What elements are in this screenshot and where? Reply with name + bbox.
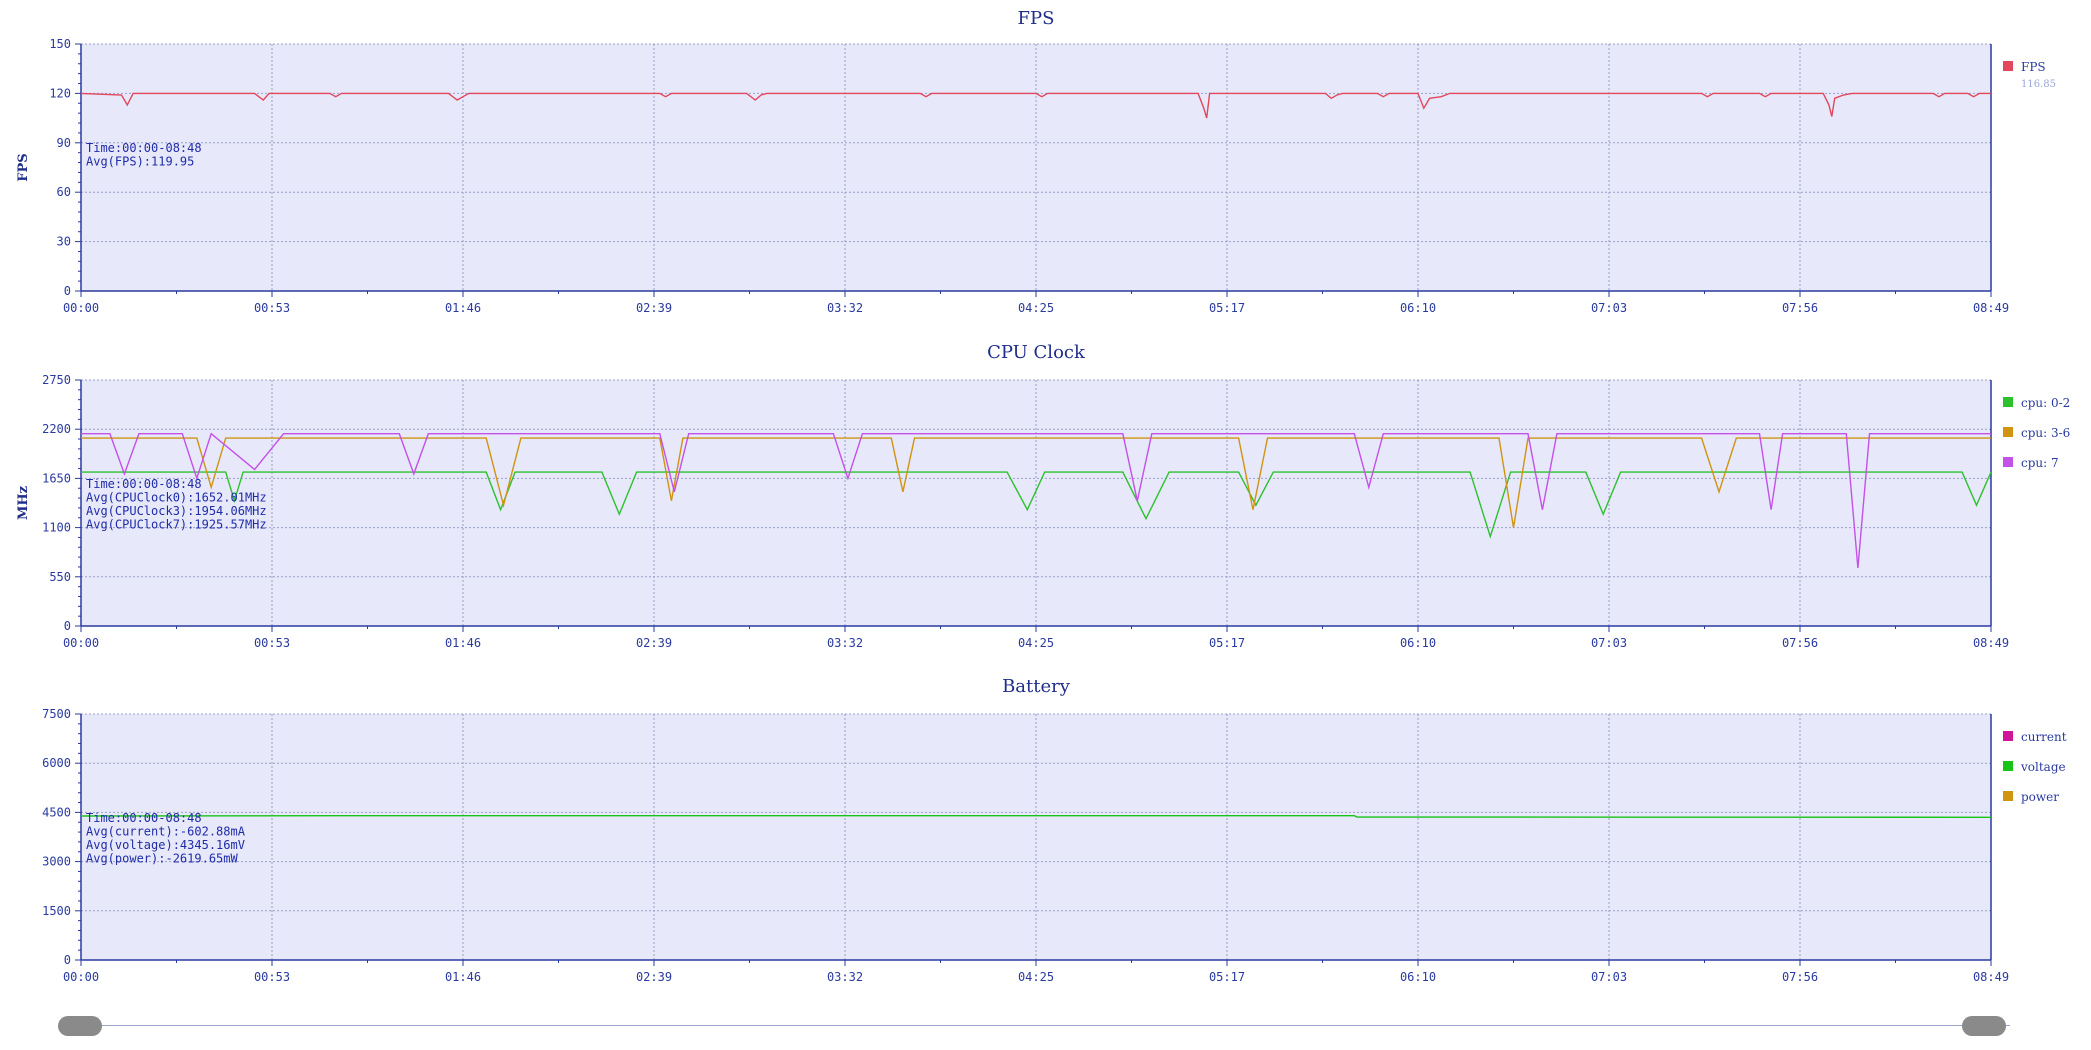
- legend-label: voltage: [2020, 760, 2066, 774]
- x-tick-label: 00:00: [63, 636, 99, 650]
- legend-label: current: [2021, 730, 2067, 744]
- x-tick-label: 01:46: [445, 636, 481, 650]
- x-tick-label: 07:03: [1591, 636, 1627, 650]
- x-tick-label: 06:10: [1400, 970, 1436, 984]
- legend-current-value: 116.85: [2021, 79, 2056, 90]
- x-tick-label: 08:49: [1973, 636, 2009, 650]
- x-tick-label: 03:32: [827, 636, 863, 650]
- y-tick-label: 0: [64, 284, 71, 298]
- y-tick-label: 90: [57, 136, 71, 150]
- info-text: Avg(power):-2619.65mW: [86, 852, 238, 866]
- zoom-slider-track[interactable]: [80, 1025, 2010, 1026]
- legend-swatch: [2003, 761, 2013, 771]
- chart-title: FPS: [1018, 8, 1055, 29]
- x-tick-label: 02:39: [636, 970, 672, 984]
- y-tick-label: 1100: [42, 521, 71, 535]
- y-tick-label: 0: [64, 619, 71, 633]
- y-tick-label: 2750: [42, 373, 71, 387]
- info-text: Time:00:00-08:48: [86, 477, 202, 491]
- legend-label: power: [2021, 790, 2059, 804]
- y-tick-label: 60: [57, 185, 71, 199]
- charts-svg: FPS FPS 0 30 60 90 120 150 00:00 00:53 01:46 02:39 0…: [16, 8, 2070, 984]
- x-tick-label: 05:17: [1209, 970, 1245, 984]
- x-tick-label: 00:00: [63, 301, 99, 315]
- y-tick-label: 3000: [42, 855, 71, 869]
- legend-label: FPS: [2021, 60, 2046, 74]
- x-tick-label: 00:53: [254, 970, 290, 984]
- y-axis-label: MHz: [16, 486, 31, 520]
- x-tick-label: 03:32: [827, 301, 863, 315]
- x-tick-label: 00:53: [254, 301, 290, 315]
- info-text: Time:00:00-08:48: [86, 811, 202, 825]
- x-tick-label: 08:49: [1973, 301, 2009, 315]
- y-tick-label: 1500: [42, 904, 71, 918]
- legend-swatch: [2003, 427, 2013, 437]
- y-tick-label: 150: [49, 37, 71, 51]
- x-tick-label: 05:17: [1209, 636, 1245, 650]
- x-tick-label: 07:56: [1782, 301, 1818, 315]
- zoom-slider-right-handle[interactable]: [1962, 1016, 2006, 1036]
- legend-label: cpu: 3-6: [2021, 426, 2070, 440]
- x-tick-label: 07:56: [1782, 636, 1818, 650]
- x-tick-label: 03:32: [827, 970, 863, 984]
- y-tick-label: 550: [49, 570, 71, 584]
- chart-stage: FPS FPS 0 30 60 90 120 150 00:00 00:53 01:46 02:39 0…: [0, 0, 2091, 1046]
- info-text: Avg(CPUClock7):1925.57MHz: [86, 518, 267, 532]
- x-tick-label: 07:56: [1782, 970, 1818, 984]
- x-tick-label: 01:46: [445, 301, 481, 315]
- zoom-slider-left-handle[interactable]: [58, 1016, 102, 1036]
- x-tick-label: 06:10: [1400, 301, 1436, 315]
- y-tick-label: 6000: [42, 756, 71, 770]
- chart-panel-2: Battery 0 1500 3000 4500 6000 7500 00:00 00:53 01…: [42, 676, 2067, 984]
- x-tick-label: 04:25: [1018, 301, 1054, 315]
- legend-swatch: [2003, 731, 2013, 741]
- info-text: Time:00:00-08:48: [86, 141, 202, 155]
- y-tick-label: 120: [49, 86, 71, 100]
- chart-panel-0: FPS FPS 0 30 60 90 120 150 00:00 00:53 01:46 02:39 0…: [16, 8, 2056, 315]
- x-tick-label: 04:25: [1018, 970, 1054, 984]
- chart-title: CPU Clock: [987, 342, 1086, 363]
- legend-swatch: [2003, 791, 2013, 801]
- y-tick-label: 30: [57, 235, 71, 249]
- x-tick-label: 02:39: [636, 636, 672, 650]
- x-tick-label: 01:46: [445, 970, 481, 984]
- x-tick-label: 00:53: [254, 636, 290, 650]
- y-tick-label: 4500: [42, 805, 71, 819]
- y-axis-label: FPS: [16, 153, 31, 181]
- info-text: Avg(voltage):4345.16mV: [86, 838, 245, 852]
- x-tick-label: 06:10: [1400, 636, 1436, 650]
- info-text: Avg(CPUClock3):1954.06MHz: [86, 504, 267, 518]
- info-text: Avg(current):-602.88mA: [86, 825, 246, 839]
- y-tick-label: 7500: [42, 707, 71, 721]
- x-tick-label: 07:03: [1591, 970, 1627, 984]
- x-tick-label: 05:17: [1209, 301, 1245, 315]
- x-tick-label: 08:49: [1973, 970, 2009, 984]
- chart-panel-1: CPU Clock MHz 0 550 1100 1650 2200 2750 00:00 00:…: [16, 342, 2070, 650]
- legend-swatch: [2003, 397, 2013, 407]
- x-tick-label: 04:25: [1018, 636, 1054, 650]
- legend-label: cpu: 0-2: [2021, 396, 2070, 410]
- x-tick-label: 00:00: [63, 970, 99, 984]
- x-tick-label: 07:03: [1591, 301, 1627, 315]
- x-tick-label: 02:39: [636, 301, 672, 315]
- chart-title: Battery: [1002, 676, 1071, 697]
- y-tick-label: 0: [64, 953, 71, 967]
- y-tick-label: 2200: [42, 422, 71, 436]
- legend-swatch: [2003, 61, 2013, 71]
- info-text: Avg(CPUClock0):1652.01MHz: [86, 491, 267, 505]
- y-tick-label: 1650: [42, 471, 71, 485]
- legend-swatch: [2003, 457, 2013, 467]
- legend-label: cpu: 7: [2021, 456, 2059, 470]
- info-text: Avg(FPS):119.95: [86, 155, 194, 169]
